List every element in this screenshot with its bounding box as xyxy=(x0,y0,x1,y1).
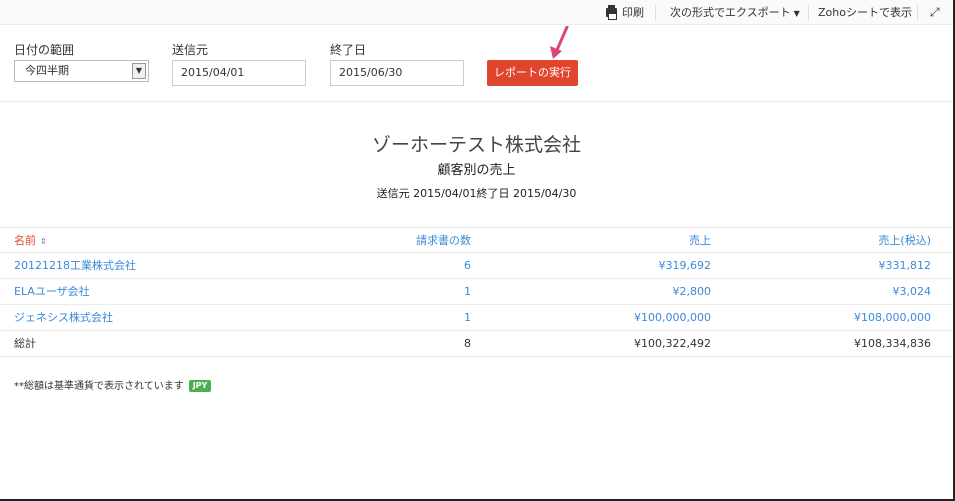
zoho-sheet-label: Zohoシートで表示 xyxy=(818,6,912,19)
expand-icon: ⤢ xyxy=(930,5,940,19)
table-row: ELAユーザ会社 1 ¥2,800 ¥3,024 xyxy=(0,279,953,305)
table-total-row: 総計 8 ¥100,322,492 ¥108,334,836 xyxy=(0,331,953,357)
column-sales-header[interactable]: 売上 xyxy=(500,228,711,254)
print-button[interactable]: 印刷 xyxy=(606,0,644,25)
print-label: 印刷 xyxy=(622,6,644,19)
customer-link[interactable]: ELAユーザ会社 xyxy=(14,279,90,305)
total-sales: ¥100,322,492 xyxy=(634,337,711,350)
run-report-button[interactable]: レポートの実行 xyxy=(487,60,578,86)
sales-tax-value[interactable]: ¥331,812 xyxy=(730,253,932,279)
to-date-input[interactable]: 2015/06/30 xyxy=(330,60,464,86)
from-date-input[interactable]: 2015/04/01 xyxy=(172,60,306,86)
sales-value[interactable]: ¥100,000,000 xyxy=(500,305,711,331)
table-header: 名前 ⇕ 請求書の数 売上 売上(税込) xyxy=(0,227,953,253)
caret-down-icon: ▼ xyxy=(793,9,800,18)
customer-link[interactable]: 20121218工業株式会社 xyxy=(14,253,136,279)
currency-footnote: **総額は基準通貨で表示されています JPY xyxy=(14,377,212,392)
currency-badge: JPY xyxy=(188,380,212,392)
table-row: ジェネシス株式会社 1 ¥100,000,000 ¥108,000,000 xyxy=(0,305,953,331)
export-dropdown[interactable]: 次の形式でエクスポート ▼ xyxy=(670,0,800,25)
open-in-zoho-sheet-button[interactable]: Zohoシートで表示 xyxy=(818,0,912,25)
sales-tax-value[interactable]: ¥3,024 xyxy=(730,279,932,305)
printer-icon xyxy=(606,5,617,20)
total-label: 総計 xyxy=(14,337,36,350)
to-label: 終了日 xyxy=(330,43,367,57)
total-sales-tax: ¥108,334,836 xyxy=(854,337,931,350)
column-sales-tax-header[interactable]: 売上(税込) xyxy=(730,228,931,254)
sales-tax-value[interactable]: ¥108,000,000 xyxy=(730,305,931,331)
date-range-select[interactable]: 今四半期 ▼ xyxy=(14,60,149,82)
expand-button[interactable]: ⤢ xyxy=(930,0,940,25)
invoice-count[interactable]: 1 xyxy=(300,305,471,331)
annotation-arrow-icon xyxy=(550,26,569,59)
sales-value[interactable]: ¥319,692 xyxy=(500,253,712,279)
invoice-count[interactable]: 6 xyxy=(300,253,471,279)
date-range-value: 今四半期 xyxy=(25,64,69,77)
sort-icon: ⇕ xyxy=(40,237,47,246)
export-label: 次の形式でエクスポート xyxy=(670,6,791,19)
top-toolbar: 印刷 次の形式でエクスポート ▼ Zohoシートで表示 ⤢ xyxy=(0,0,953,25)
total-invoice-count: 8 xyxy=(464,337,471,350)
column-name-header[interactable]: 名前 ⇕ xyxy=(14,228,47,254)
column-invoice-count-header[interactable]: 請求書の数 xyxy=(300,228,471,254)
company-name: ゾーホーテスト株式会社 xyxy=(371,134,581,156)
report-date-range: 送信元 2015/04/01終了日 2015/04/30 xyxy=(376,187,577,200)
table-row: 20121218工業株式会社 6 ¥319,692 ¥331,812 xyxy=(0,253,953,279)
invoice-count[interactable]: 1 xyxy=(300,279,471,305)
date-range-label: 日付の範囲 xyxy=(14,43,75,57)
footnote-text: **総額は基準通貨で表示されています xyxy=(14,381,184,392)
dropdown-arrow-icon[interactable]: ▼ xyxy=(132,63,146,79)
sales-value[interactable]: ¥2,800 xyxy=(500,279,712,305)
report-title: 顧客別の売上 xyxy=(437,163,516,178)
from-label: 送信元 xyxy=(172,43,209,57)
report-window: 印刷 次の形式でエクスポート ▼ Zohoシートで表示 ⤢ 日付の範囲 送信元 終… xyxy=(0,0,955,501)
to-date-value: 2015/06/30 xyxy=(339,66,403,79)
customer-link[interactable]: ジェネシス株式会社 xyxy=(14,305,113,331)
from-date-value: 2015/04/01 xyxy=(181,66,245,79)
